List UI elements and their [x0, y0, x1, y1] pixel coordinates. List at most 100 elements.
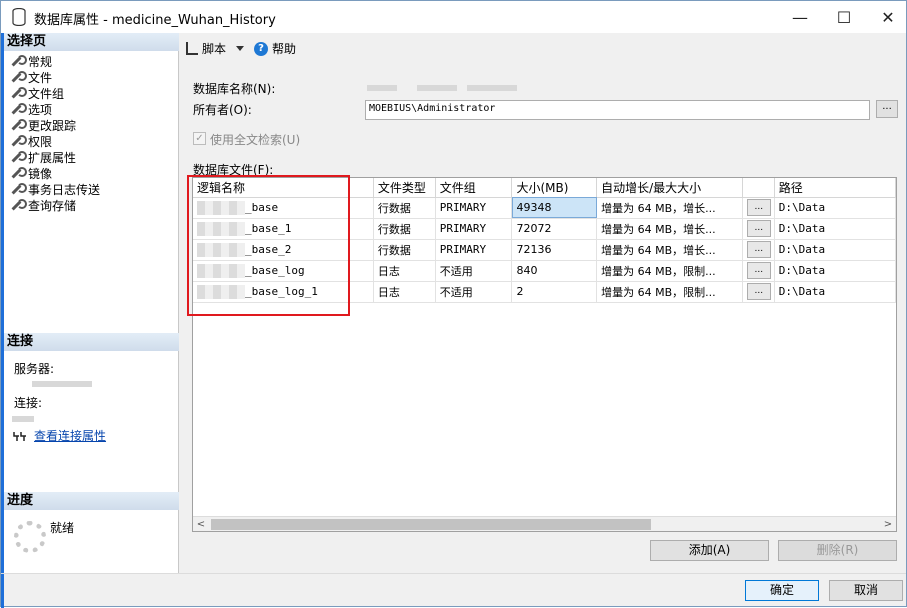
view-connection-link[interactable]: 查看连接属性 — [34, 427, 106, 444]
server-value-redacted — [32, 376, 92, 390]
autogrowth-cell: 增量为 64 MB，增长... — [596, 197, 743, 219]
col-path[interactable]: 路径 — [774, 178, 896, 198]
col-size[interactable]: 大小(MB) — [511, 178, 598, 198]
wrench-icon — [10, 134, 27, 148]
horizontal-scrollbar[interactable]: < > — [193, 516, 896, 531]
sidebar-item-mirroring[interactable]: 镜像 — [10, 165, 100, 181]
wrench-icon — [10, 70, 27, 84]
sidebar-item-change-tracking[interactable]: 更改跟踪 — [10, 117, 100, 133]
filegroup-cell[interactable]: PRIMARY — [435, 197, 513, 219]
autogrowth-cell: 增量为 64 MB，增长... — [596, 218, 743, 240]
sidebar-item-options[interactable]: 选项 — [10, 101, 100, 117]
view-connection-properties[interactable]: 查看连接属性 — [12, 427, 106, 444]
database-properties-window: 数据库属性 - medicine_Wuhan_History — ☐ ✕ 选择页… — [0, 0, 907, 608]
filegroup-cell[interactable]: PRIMARY — [435, 239, 513, 261]
autogrowth-button-cell: ... — [742, 218, 775, 240]
connection-header: 连接 — [4, 333, 179, 351]
ok-button[interactable]: 确定 — [745, 580, 819, 601]
file-type-cell[interactable]: 日志 — [373, 281, 436, 303]
size-cell[interactable]: 72072 — [511, 218, 598, 240]
sidebar-item-general[interactable]: 常规 — [10, 53, 100, 69]
db-name-value-redacted — [367, 80, 877, 94]
scroll-thumb[interactable] — [211, 519, 651, 530]
sidebar-item-filegroups[interactable]: 文件组 — [10, 85, 100, 101]
help-icon: ? — [254, 41, 269, 56]
file-type-cell[interactable]: 日志 — [373, 260, 436, 282]
autogrowth-edit-button[interactable]: ... — [746, 283, 771, 300]
autogrowth-button-cell: ... — [742, 260, 775, 282]
size-cell[interactable]: 840 — [511, 260, 598, 282]
autogrowth-cell: 增量为 64 MB，限制... — [596, 260, 743, 282]
wrench-icon — [10, 102, 27, 116]
owner-browse-button[interactable]: ... — [876, 100, 898, 118]
add-button[interactable]: 添加(A) — [650, 540, 769, 561]
connection-value-redacted — [12, 411, 34, 425]
col-autogrowth-btn — [742, 178, 775, 198]
maximize-button[interactable]: ☐ — [821, 1, 867, 33]
db-name-label: 数据库名称(N): — [193, 82, 276, 96]
autogrowth-edit-button[interactable]: ... — [746, 199, 771, 216]
path-cell[interactable]: D:\Data — [774, 239, 896, 261]
sidebar-item-files[interactable]: 文件 — [10, 69, 100, 85]
path-cell[interactable]: D:\Data — [774, 281, 896, 303]
plug-icon — [13, 431, 26, 441]
owner-field[interactable]: MOEBIUS\Administrator — [365, 100, 870, 120]
wrench-icon — [10, 166, 27, 180]
path-cell[interactable]: D:\Data — [774, 218, 896, 240]
wrench-icon — [10, 86, 27, 100]
size-cell[interactable]: 2 — [511, 281, 598, 303]
minimize-button[interactable]: — — [777, 1, 823, 33]
col-filegroup[interactable]: 文件组 — [435, 178, 513, 198]
footer-divider — [1, 573, 906, 574]
remove-button[interactable]: 删除(R) — [778, 540, 897, 561]
autogrowth-edit-button[interactable]: ... — [746, 262, 771, 279]
path-cell[interactable]: D:\Data — [774, 260, 896, 282]
autogrowth-cell: 增量为 64 MB，增长... — [596, 239, 743, 261]
scroll-right-icon[interactable]: > — [880, 517, 896, 531]
toolbar: 脚本 ? 帮助 — [186, 40, 296, 57]
autogrowth-edit-button[interactable]: ... — [746, 241, 771, 258]
filegroup-cell[interactable]: 不适用 — [435, 281, 513, 303]
sidebar: 选择页 常规 文件 文件组 选项 更改跟踪 权限 扩展属性 镜像 事务日志传送 … — [4, 33, 179, 573]
script-button[interactable]: 脚本 — [202, 40, 226, 57]
sidebar-item-log-shipping[interactable]: 事务日志传送 — [10, 181, 100, 197]
wrench-icon — [10, 150, 27, 164]
filegroup-cell[interactable]: PRIMARY — [435, 218, 513, 240]
chevron-down-icon[interactable] — [236, 46, 245, 51]
wrench-icon — [10, 182, 27, 196]
file-type-cell[interactable]: 行数据 — [373, 197, 436, 219]
cancel-button[interactable]: 取消 — [829, 580, 903, 601]
progress-spinner-icon — [14, 521, 46, 553]
page-list: 常规 文件 文件组 选项 更改跟踪 权限 扩展属性 镜像 事务日志传送 查询存储 — [10, 53, 100, 213]
sidebar-item-permissions[interactable]: 权限 — [10, 133, 100, 149]
size-cell[interactable]: 72136 — [511, 239, 598, 261]
autogrowth-edit-button[interactable]: ... — [746, 220, 771, 237]
file-type-cell[interactable]: 行数据 — [373, 239, 436, 261]
path-cell[interactable]: D:\Data — [774, 197, 896, 219]
title-bar: 数据库属性 - medicine_Wuhan_History — ☐ ✕ — [1, 1, 906, 33]
scroll-left-icon[interactable]: < — [193, 517, 209, 531]
autogrowth-button-cell: ... — [742, 281, 775, 303]
help-button[interactable]: 帮助 — [272, 40, 296, 57]
fulltext-checkbox[interactable]: ✓ — [193, 132, 206, 145]
col-autogrowth[interactable]: 自动增长/最大大小 — [596, 178, 743, 198]
sidebar-item-extended-properties[interactable]: 扩展属性 — [10, 149, 100, 165]
database-icon — [12, 8, 26, 26]
autogrowth-cell: 增量为 64 MB，限制... — [596, 281, 743, 303]
file-type-cell[interactable]: 行数据 — [373, 218, 436, 240]
highlight-annotation-box — [187, 175, 350, 316]
connection-label: 连接: — [14, 396, 43, 410]
script-icon — [186, 42, 198, 55]
sidebar-item-query-store[interactable]: 查询存储 — [10, 197, 100, 213]
col-file-type[interactable]: 文件类型 — [373, 178, 436, 198]
wrench-icon — [10, 54, 27, 68]
progress-status: 就绪 — [50, 521, 75, 535]
close-button[interactable]: ✕ — [865, 1, 907, 33]
progress-header: 进度 — [4, 492, 179, 510]
size-cell-selected[interactable]: 49348 — [511, 197, 598, 219]
wrench-icon — [10, 118, 27, 132]
fulltext-label: 使用全文检索(U) — [210, 133, 301, 147]
filegroup-cell[interactable]: 不适用 — [435, 260, 513, 282]
autogrowth-button-cell: ... — [742, 239, 775, 261]
autogrowth-button-cell: ... — [742, 197, 775, 219]
